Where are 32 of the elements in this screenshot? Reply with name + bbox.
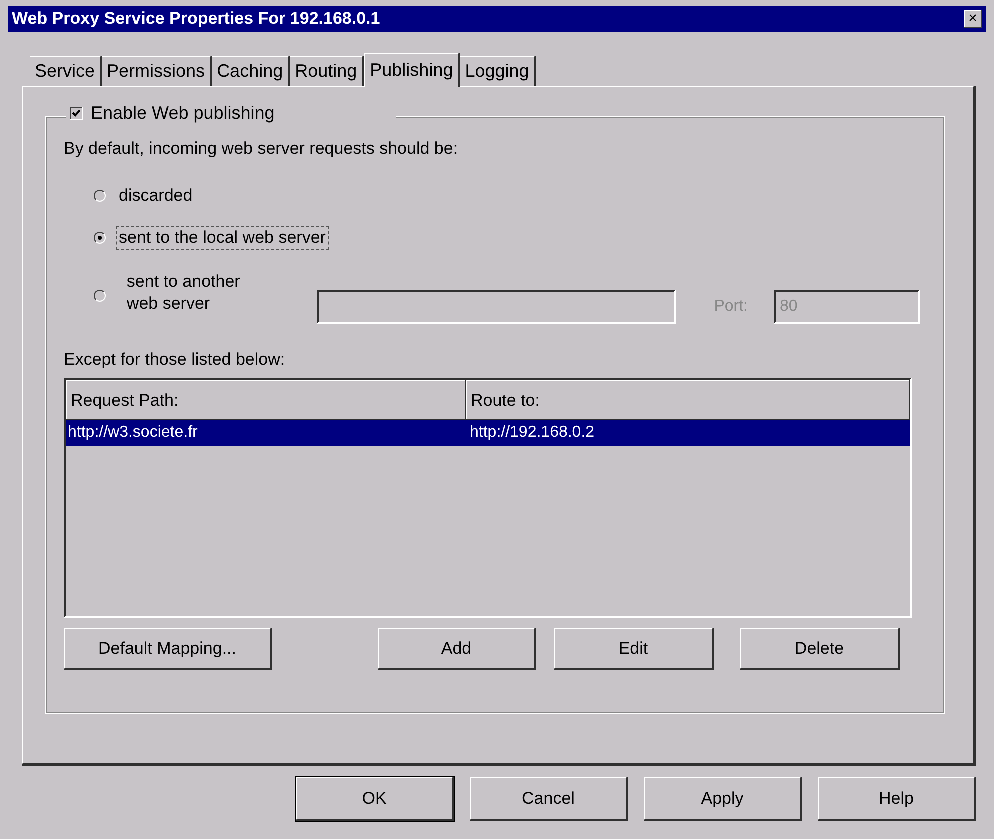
- enable-checkbox[interactable]: Enable Web publishing: [66, 103, 396, 124]
- dialog-button[interactable]: Help: [818, 777, 976, 821]
- tab[interactable]: Logging: [460, 56, 536, 86]
- tab[interactable]: Service: [30, 56, 102, 86]
- list-row[interactable]: http://w3.societe.fr http://192.168.0.2: [66, 420, 910, 446]
- dialog-button[interactable]: Cancel: [470, 777, 628, 821]
- except-label: Except for those listed below:: [64, 350, 286, 370]
- table-cell-text: http://w3.societe.fr: [67, 424, 199, 442]
- dialog-button[interactable]: Apply: [644, 777, 802, 821]
- tab[interactable]: Routing: [290, 56, 364, 86]
- radio-label[interactable]: sent to another web server: [124, 269, 279, 317]
- radio-button[interactable]: [94, 290, 106, 302]
- radio-button[interactable]: [94, 190, 106, 202]
- close-button[interactable]: ×: [964, 10, 982, 28]
- dialog-button[interactable]: Add: [378, 628, 536, 670]
- radio-label[interactable]: sent to the local web server: [116, 226, 329, 250]
- table-cell-text: http://192.168.0.2: [469, 424, 595, 442]
- column-header[interactable]: Request Path:: [66, 380, 466, 420]
- radio-label[interactable]: discarded: [116, 184, 196, 208]
- port-label: Port:: [714, 298, 748, 316]
- dialog-button[interactable]: OK: [296, 777, 454, 821]
- checkbox[interactable]: [70, 107, 83, 120]
- dialog-button[interactable]: Edit: [554, 628, 714, 670]
- radio-button[interactable]: [94, 232, 106, 244]
- dialog-button[interactable]: Default Mapping...: [64, 628, 272, 670]
- tab[interactable]: Caching: [212, 56, 290, 86]
- dialog-button[interactable]: Delete: [740, 628, 900, 670]
- prompt-text: By default, incoming web server requests should be:: [64, 139, 460, 159]
- window-title: Web Proxy Service Properties For 192.168.0.1: [12, 9, 380, 29]
- column-header[interactable]: Route to:: [466, 380, 910, 420]
- tab[interactable]: Publishing: [364, 53, 460, 87]
- tab[interactable]: Permissions: [102, 56, 212, 86]
